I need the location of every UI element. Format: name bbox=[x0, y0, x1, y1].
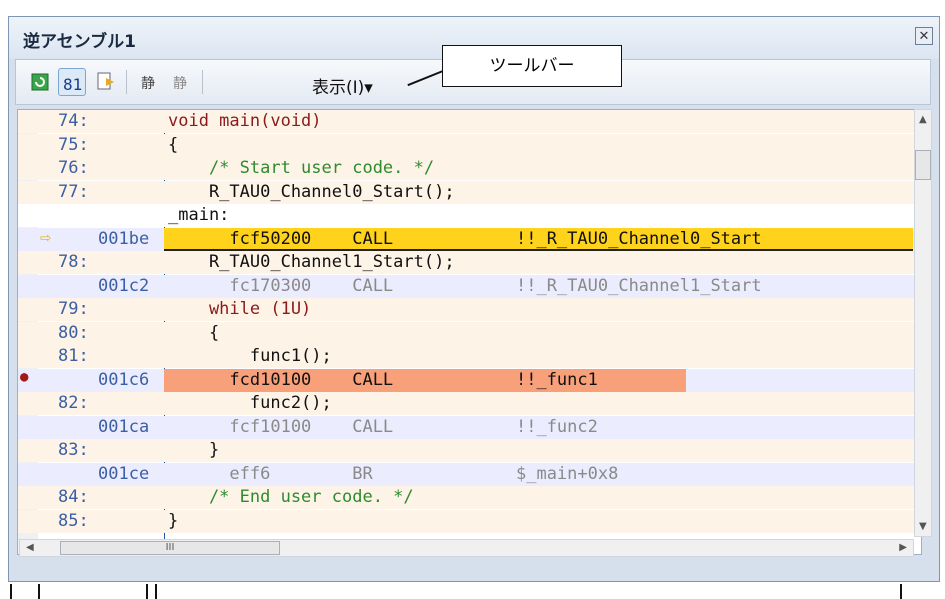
toolbar-separator bbox=[202, 70, 203, 94]
source-text: } bbox=[168, 510, 179, 531]
line-address: 76: bbox=[58, 158, 89, 178]
view-menu[interactable]: 表示(I)▾ bbox=[312, 73, 373, 98]
source-text: _main: bbox=[168, 205, 230, 225]
scroll-up-icon[interactable]: ▲ bbox=[919, 114, 927, 125]
line-address: 001c6 bbox=[98, 369, 150, 390]
mixed-display-icon: 81 bbox=[63, 75, 82, 94]
column-marker bbox=[146, 584, 148, 599]
column-marker bbox=[900, 584, 902, 599]
scroll-left-icon[interactable]: ◀ bbox=[26, 542, 34, 553]
line-address: 78: bbox=[58, 252, 89, 272]
source-row[interactable]: 75: { bbox=[18, 133, 921, 157]
instruction-text: fcd10100 CALL !!_func1 bbox=[168, 369, 598, 390]
svg-text:静: 静 bbox=[173, 76, 187, 92]
pc-arrow-icon: ⇨ bbox=[40, 226, 51, 248]
step-over-icon: 静 bbox=[173, 76, 187, 92]
source-text: { bbox=[168, 322, 220, 343]
refresh-button[interactable] bbox=[26, 68, 54, 96]
source-text: R_TAU0_Channel1_Start(); bbox=[168, 252, 455, 272]
column-marker bbox=[155, 584, 157, 599]
vertical-scrollbar[interactable]: ▲ ▼ bbox=[914, 109, 932, 537]
source-text: { bbox=[168, 134, 179, 155]
horizontal-scroll-thumb[interactable]: III bbox=[60, 541, 280, 555]
source-row[interactable]: 82: func2(); bbox=[18, 392, 921, 415]
instruction-text: fcf10100 CALL !!_func2 bbox=[168, 416, 598, 437]
source-text: func2(); bbox=[168, 393, 332, 413]
source-text: while (1U) bbox=[168, 299, 312, 319]
step-in-button[interactable]: 静 bbox=[136, 68, 164, 96]
scroll-down-icon[interactable]: ▼ bbox=[919, 521, 927, 532]
line-address: 74: bbox=[58, 111, 89, 131]
disassembly-row[interactable]: ⇨ 001be fcf50200 CALL !!_R_TAU0_Channel0_… bbox=[18, 226, 921, 251]
svg-text:81: 81 bbox=[63, 75, 82, 94]
line-address: 75: bbox=[58, 134, 89, 155]
source-row[interactable]: 77: R_TAU0_Channel0_Start(); bbox=[18, 180, 921, 204]
source-row[interactable]: 84: /* End user code. */ bbox=[18, 486, 921, 509]
line-address: 85: bbox=[58, 510, 89, 531]
instruction-text: fcf50200 CALL !!_R_TAU0_Channel0_Start bbox=[168, 228, 762, 249]
source-row[interactable]: 85:} bbox=[18, 509, 921, 533]
source-row[interactable]: 74: void main(void) bbox=[18, 110, 921, 133]
panel-title: 逆アセンブル1 bbox=[23, 32, 136, 52]
column-marker bbox=[38, 584, 40, 599]
source-row[interactable]: 83: } bbox=[18, 439, 921, 462]
disassemble-panel: 逆アセンブル1 ✕ 81 静 静 表示(I)▾ 74: void main(voi… bbox=[8, 16, 940, 582]
toolbar-separator bbox=[126, 70, 127, 94]
source-text: /* Start user code. */ bbox=[168, 158, 435, 178]
line-address: 001be bbox=[98, 228, 150, 249]
line-address: 83: bbox=[58, 440, 89, 460]
source-text: R_TAU0_Channel0_Start(); bbox=[168, 181, 455, 202]
toolbar-callout: ツールバー bbox=[442, 45, 622, 87]
horizontal-scrollbar[interactable]: ◀ III ▶ bbox=[19, 539, 914, 557]
mixed-display-button[interactable]: 81 bbox=[58, 68, 86, 96]
line-address: 001ce bbox=[98, 463, 150, 484]
vertical-scroll-thumb[interactable] bbox=[915, 150, 931, 180]
line-address: 84: bbox=[58, 487, 89, 507]
disassembly-row[interactable]: 001ce eff6 BR $_main+0x8 bbox=[18, 462, 921, 486]
disassembly-row[interactable]: ● 001c6 fcd10100 CALL !!_func1 bbox=[18, 368, 921, 392]
scroll-right-icon[interactable]: ▶ bbox=[899, 542, 907, 553]
source-row[interactable]: 80: { bbox=[18, 321, 921, 345]
svg-text:静: 静 bbox=[141, 76, 155, 92]
jump-to-icon bbox=[97, 72, 114, 90]
disassembly-row[interactable]: 001c2 fc170300 CALL !!_R_TAU0_Channel1_S… bbox=[18, 274, 921, 298]
jump-to-button[interactable] bbox=[92, 68, 120, 96]
refresh-icon bbox=[31, 73, 49, 91]
source-text: } bbox=[168, 440, 220, 460]
source-row[interactable]: _main: bbox=[18, 204, 921, 227]
disassembly-view[interactable]: 74: void main(void) 75: {76: /* Start user … bbox=[17, 109, 922, 555]
line-address: 001c2 bbox=[98, 275, 150, 296]
source-text: /* End user code. */ bbox=[168, 487, 414, 507]
source-row[interactable]: 81: func1(); bbox=[18, 345, 921, 368]
step-over-button[interactable]: 静 bbox=[168, 68, 196, 96]
line-address: 001ca bbox=[98, 416, 150, 437]
line-address: 81: bbox=[58, 346, 89, 366]
instruction-text: eff6 BR $_main+0x8 bbox=[168, 463, 619, 484]
column-marker bbox=[10, 584, 12, 599]
source-row[interactable]: 76: /* Start user code. */ bbox=[18, 157, 921, 180]
instruction-text: fc170300 CALL !!_R_TAU0_Channel1_Start bbox=[168, 275, 762, 296]
close-button[interactable]: ✕ bbox=[915, 27, 933, 45]
source-text: void main(void) bbox=[168, 111, 322, 131]
line-address: 80: bbox=[58, 322, 89, 343]
source-row[interactable]: 78: R_TAU0_Channel1_Start(); bbox=[18, 251, 921, 274]
disassembly-row[interactable]: 001ca fcf10100 CALL !!_func2 bbox=[18, 415, 921, 439]
source-row[interactable]: 79: while (1U) bbox=[18, 298, 921, 321]
step-in-icon: 静 bbox=[141, 76, 155, 92]
line-address: 82: bbox=[58, 393, 89, 413]
line-address: 79: bbox=[58, 299, 89, 319]
line-address: 77: bbox=[58, 181, 89, 202]
source-text: func1(); bbox=[168, 346, 332, 366]
breakpoint-icon[interactable]: ● bbox=[20, 369, 28, 385]
